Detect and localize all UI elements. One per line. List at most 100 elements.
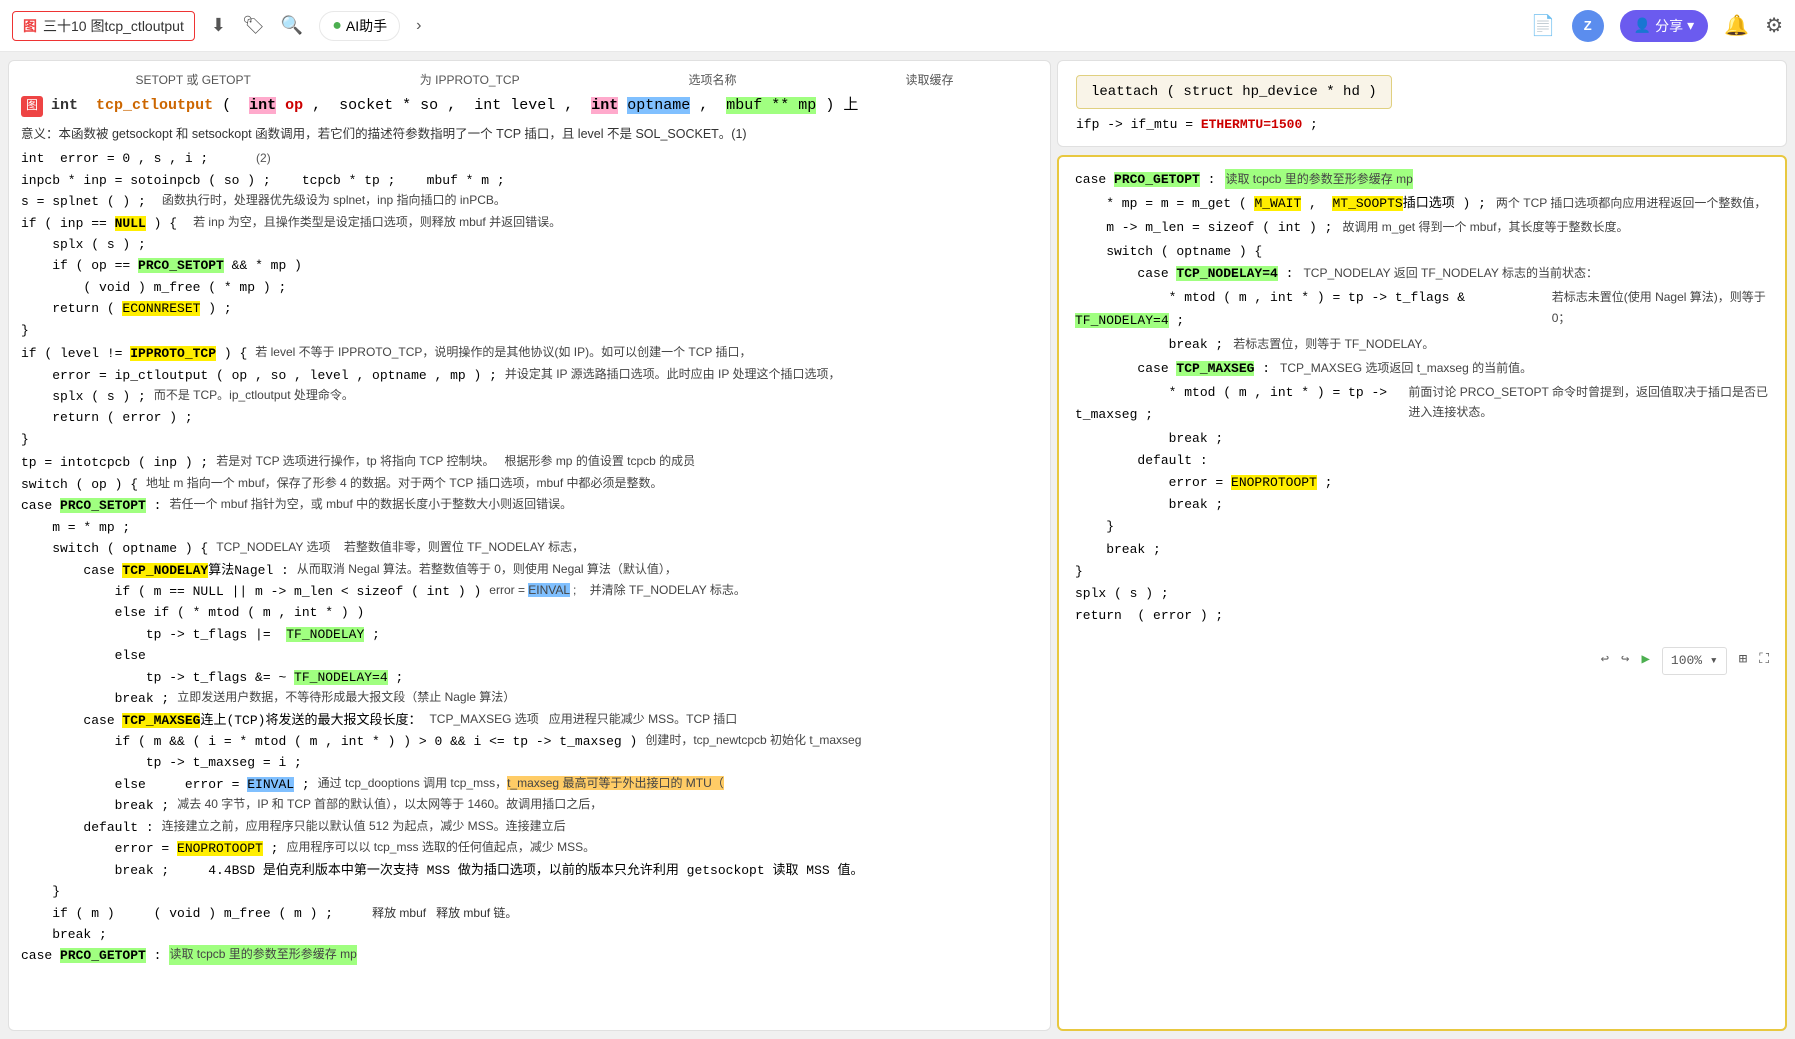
- rb-line: }: [1075, 561, 1769, 583]
- code-area: int error = 0 , s , i ; (2) inpcb * inp …: [21, 148, 1038, 967]
- rb-line: splx ( s ) ;: [1075, 583, 1769, 605]
- code-line-with-ann: case TCP_MAXSEG连上(TCP)将发送的最大报文段长度： TCP_M…: [21, 710, 1038, 731]
- code-line: m = * mp ;: [21, 517, 1038, 538]
- rb-line: default :: [1075, 450, 1769, 472]
- code-line-with-ann: if ( level != IPPROTO_TCP ) { 若 level 不等…: [21, 343, 1038, 364]
- code-line: inpcb * inp = sotoinpcb ( so ) ; tcpcb *…: [21, 170, 1038, 191]
- cursor-icon[interactable]: ▶: [1641, 649, 1649, 673]
- share-arrow-icon: ▾: [1687, 17, 1694, 34]
- code-line: if ( m ) ( void ) m_free ( m ) ; 释放 mbuf…: [21, 903, 1038, 924]
- code-line-with-ann: default : 连接建立之前，应用程序只能以默认值 512 为起点，减少 M…: [21, 817, 1038, 838]
- code-line-with-ann: if ( inp == NULL ) { 若 inp 为空，且操作类型是设定插口…: [21, 213, 1038, 234]
- ann-ipproto: 为 IPPROTO_TCP: [420, 71, 520, 90]
- ann-optname: 选项名称: [689, 71, 737, 90]
- code-line-with-ann: break ; 立即发送用户数据，不等待形成最大报文段（禁止 Nagle 算法）: [21, 688, 1038, 709]
- more-button[interactable]: ›: [416, 17, 421, 35]
- func-signature-line: 图 int tcp_ctloutput ( int op , socket * …: [21, 94, 1038, 118]
- download-icon[interactable]: ⬇: [211, 15, 226, 36]
- code-line-with-ann: tp = intotcpcb ( inp ) ; 若是对 TCP 选项进行操作，…: [21, 452, 1038, 473]
- article-icon[interactable]: 📄: [1531, 13, 1556, 38]
- tab-icon: 图: [23, 16, 37, 36]
- share-icon: 👤: [1634, 17, 1651, 34]
- main-content: SETOPT 或 GETOPT 为 IPPROTO_TCP 选项名称 读取缓存 …: [0, 52, 1795, 1039]
- code-line: return ( ECONNRESET ) ;: [21, 298, 1038, 319]
- rb-line: * mp = m = m_get ( M_WAIT , MT_SOOPTS插口选…: [1075, 193, 1769, 215]
- rb-line: switch ( optname ) {: [1075, 241, 1769, 263]
- ai-assistant-button[interactable]: ● AI助手: [319, 11, 400, 41]
- right-bottom-panel[interactable]: case PRCO_GETOPT : 读取 tcpcb 里的参数至形参缓存 mp…: [1057, 155, 1787, 1031]
- code-line-with-ann: if ( m == NULL || m -> m_len < sizeof ( …: [21, 581, 1038, 602]
- code-line-with-ann: case PRCO_GETOPT : 读取 tcpcb 里的参数至形参缓存 mp: [21, 945, 1038, 966]
- rb-line: break ;: [1075, 428, 1769, 450]
- left-panel[interactable]: SETOPT 或 GETOPT 为 IPPROTO_TCP 选项名称 读取缓存 …: [8, 60, 1051, 1031]
- code-line: }: [21, 881, 1038, 902]
- rb-line: case TCP_MAXSEG : TCP_MAXSEG 选项返回 t_maxs…: [1075, 358, 1769, 380]
- code-line-with-ann: case PRCO_SETOPT : 若任一个 mbuf 指针为空，或 mbuf…: [21, 495, 1038, 516]
- code-line: ( void ) m_free ( * mp ) ;: [21, 277, 1038, 298]
- zoom-level[interactable]: 100% ▾: [1662, 647, 1727, 675]
- topbar: 图 三十10 图tcp_ctloutput ⬇ 🏷 🔍 ● AI助手 › 📄 Z…: [0, 0, 1795, 52]
- topbar-icons: ⬇ 🏷 🔍 ● AI助手 ›: [211, 11, 422, 41]
- tab-label: 三十10 图tcp_ctloutput: [43, 16, 184, 36]
- code-line-with-ann: if ( m && ( i = * mtod ( m , int * ) ) >…: [21, 731, 1038, 752]
- bell-icon[interactable]: 🔔: [1724, 13, 1749, 38]
- code-line-with-ann: error = ip_ctloutput ( op , so , level ,…: [21, 365, 1038, 386]
- code-line: if ( op == PRCO_SETOPT && * mp ): [21, 255, 1038, 276]
- right-panel: leattach ( struct hp_device * hd ) ifp -…: [1057, 60, 1787, 1031]
- settings-icon[interactable]: ⚙: [1765, 13, 1783, 38]
- redo-icon[interactable]: ↪: [1621, 649, 1629, 673]
- code-line: tp -> t_flags &= ~ TF_NODELAY=4 ;: [21, 667, 1038, 688]
- ann-setopt: SETOPT 或 GETOPT: [135, 71, 250, 90]
- rb-line: error = ENOPROTOOPT ;: [1075, 472, 1769, 494]
- rb-line: break ;: [1075, 494, 1769, 516]
- right-top-code: ifp -> if_mtu = ETHERMTU=1500 ;: [1076, 117, 1768, 132]
- right-top-func: leattach ( struct hp_device * hd ): [1076, 75, 1392, 109]
- share-button[interactable]: 👤 分享 ▾: [1620, 10, 1708, 42]
- code-line: splx ( s ) ;: [21, 234, 1038, 255]
- code-line-with-ann: else error = EINVAL ; 通过 tcp_dooptions 调…: [21, 774, 1038, 795]
- code-line: else if ( * mtod ( m , int * ) ): [21, 602, 1038, 623]
- func-annotations: SETOPT 或 GETOPT 为 IPPROTO_TCP 选项名称 读取缓存: [21, 71, 1038, 90]
- func-sig-text: int tcp_ctloutput ( int op , socket * so…: [51, 94, 858, 118]
- rb-line: m -> m_len = sizeof ( int ) ; 故调用 m_get …: [1075, 217, 1769, 239]
- code-line: break ; 4.4BSD 是伯克利版本中第一次支持 MSS 做为插口选项，以…: [21, 860, 1038, 881]
- code-line-with-ann: case TCP_NODELAY算法Nagel : 从而取消 Negal 算法。…: [21, 560, 1038, 581]
- rb-line: break ; 若标志置位，则等于 TF_NODELAY。: [1075, 334, 1769, 356]
- code-line: tp -> t_flags |= TF_NODELAY ;: [21, 624, 1038, 645]
- func-icon: 图: [21, 96, 43, 117]
- code-line-with-ann: switch ( optname ) { TCP_NODELAY 选项 若整数值…: [21, 538, 1038, 559]
- code-line-with-ann: error = ENOPROTOOPT ; 应用程序可以以 tcp_mss 选取…: [21, 838, 1038, 859]
- topbar-right: 📄 Z 👤 分享 ▾ 🔔 ⚙: [1531, 10, 1783, 42]
- search-icon[interactable]: 🔍: [281, 15, 303, 36]
- code-line: int error = 0 , s , i ; (2): [21, 148, 1038, 169]
- bottom-toolbar: ↩ ↪ ▶ 100% ▾ ⊞ ⛶: [1075, 647, 1769, 675]
- rb-line: * mtod ( m , int * ) = tp -> t_flags & T…: [1075, 287, 1769, 331]
- code-line: return ( error ) ;: [21, 407, 1038, 428]
- code-line-with-ann: switch ( op ) { 地址 m 指向一个 mbuf，保存了形参 4 的…: [21, 474, 1038, 495]
- rb-line: break ;: [1075, 539, 1769, 561]
- fullscreen-icon[interactable]: ⛶: [1759, 649, 1769, 673]
- code-line: }: [21, 320, 1038, 341]
- code-line: else: [21, 645, 1038, 666]
- tag-icon[interactable]: 🏷: [242, 15, 265, 36]
- avatar: Z: [1572, 10, 1604, 42]
- desc1: 意义：本函数被 getsockopt 和 setsockopt 函数调用，若它们…: [21, 124, 1038, 144]
- topbar-left: 图 三十10 图tcp_ctloutput ⬇ 🏷 🔍 ● AI助手 ›: [12, 11, 1523, 41]
- ann-readbuf: 读取缓存: [905, 71, 953, 90]
- rb-line: * mtod ( m , int * ) = tp -> t_maxseg ; …: [1075, 382, 1769, 426]
- rb-line: case TCP_NODELAY=4 : TCP_NODELAY 返回 TF_N…: [1075, 263, 1769, 285]
- undo-icon[interactable]: ↩: [1601, 649, 1609, 673]
- code-line-with-ann: s = splnet ( ) ; 函数执行时，处理器优先级设为 splnet，i…: [21, 191, 1038, 212]
- rb-line: return ( error ) ;: [1075, 605, 1769, 627]
- code-line-with-ann: splx ( s ) ; 而不是 TCP。ip_ctloutput 处理命令。: [21, 386, 1038, 407]
- share-label: 分享: [1655, 16, 1683, 36]
- rb-line: case PRCO_GETOPT : 读取 tcpcb 里的参数至形参缓存 mp: [1075, 169, 1769, 191]
- active-tab[interactable]: 图 三十10 图tcp_ctloutput: [12, 11, 195, 41]
- ai-label: AI助手: [346, 16, 387, 36]
- ai-dot-icon: ●: [332, 17, 342, 35]
- code-line: break ;: [21, 924, 1038, 945]
- code-line: tp -> t_maxseg = i ;: [21, 752, 1038, 773]
- right-top-card: leattach ( struct hp_device * hd ) ifp -…: [1057, 60, 1787, 147]
- fit-icon[interactable]: ⊞: [1739, 649, 1747, 673]
- rb-line: }: [1075, 516, 1769, 538]
